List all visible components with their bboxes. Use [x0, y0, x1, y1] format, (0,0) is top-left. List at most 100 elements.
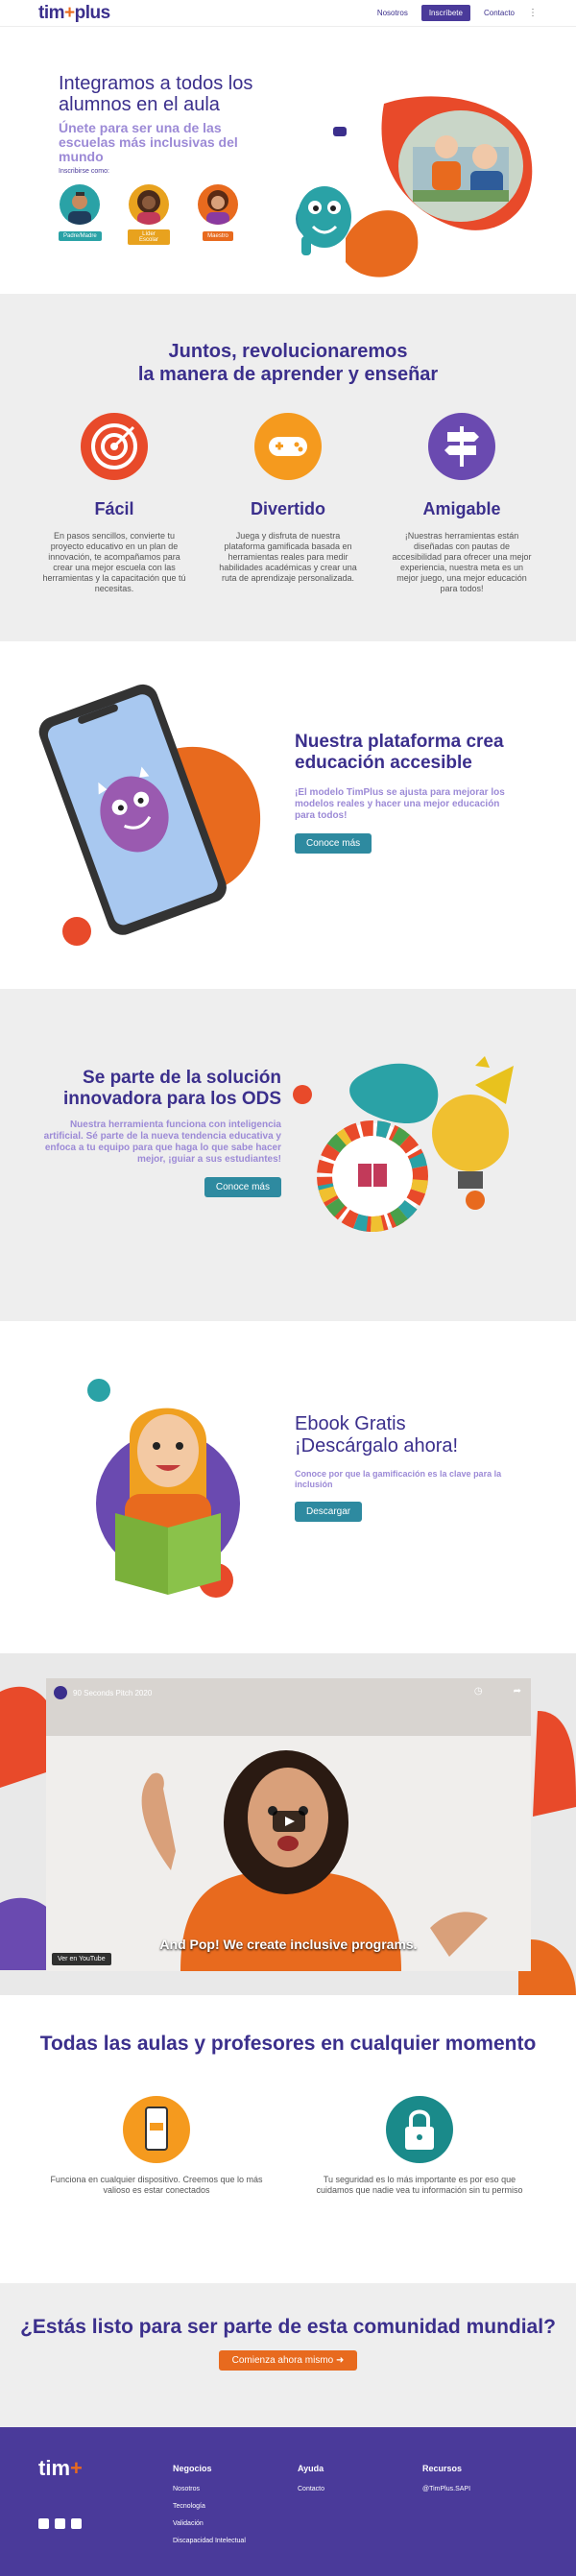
device-text: Funciona en cualquier dispositivo. Creem… — [50, 2175, 263, 2195]
footer-link[interactable]: Nosotros — [173, 2481, 246, 2498]
feature-amigable: Amigable ¡Nuestras herramientas están di… — [390, 413, 534, 594]
facebook-icon[interactable] — [38, 2518, 49, 2529]
feature-text: Juega y disfruta de nuestra plataforma g… — [219, 531, 357, 583]
footer-col-title: Negocios — [173, 2464, 212, 2473]
feature-title: Amigable — [422, 499, 501, 518]
footer-link[interactable]: @TimPlus.SAPI — [422, 2481, 470, 2498]
gamepad-icon — [254, 413, 322, 480]
security-text: Tu seguridad es lo más importante es por… — [316, 2175, 523, 2195]
platform-title: Nuestra plataforma crea educación accesi… — [295, 732, 504, 773]
lock-icon — [386, 2096, 453, 2163]
sdg-title: Se parte de la solución innovadora para … — [63, 1068, 281, 1109]
phone-icon — [123, 2096, 190, 2163]
teacher-button[interactable]: Maestro — [203, 231, 233, 241]
mascot-monster — [298, 186, 351, 255]
hero-section: Integramos a todos los alumnos en el aul… — [0, 27, 576, 294]
role-teacher[interactable]: Maestro — [197, 184, 239, 246]
feature-title: Fácil — [94, 499, 134, 518]
feature-facil: Fácil En pasos sencillos, convierte tu p… — [42, 413, 186, 594]
play-button-icon[interactable] — [273, 1811, 305, 1832]
school-leader-avatar-icon — [129, 184, 169, 225]
sdg-text: Nuestra herramienta funciona con intelig… — [43, 1119, 281, 1165]
hero-subtitle: Únete para ser una de las escuelas más i… — [59, 120, 238, 164]
sdg-section: Se parte de la solución innovadora para … — [0, 989, 576, 1321]
page: tim+plus Nosotros Inscríbete Contacto ⋮ … — [0, 0, 576, 2576]
video-title-text: 90 Seconds Pitch 2020 — [73, 1688, 153, 1697]
security-col: Tu seguridad es lo más importante es por… — [309, 2096, 530, 2196]
features-section: Juntos, revolucionaremos la manera de ap… — [0, 294, 576, 641]
girl-reading-illustration — [87, 1379, 240, 1598]
classroom-photo — [398, 110, 523, 222]
social-links — [38, 2518, 82, 2529]
ebook-text-block: Ebook Gratis ¡Descárgalo ahora! Conoce p… — [295, 1413, 516, 1522]
teacher-avatar-icon — [198, 184, 238, 225]
feature-text: ¡Nuestras herramientas están diseñadas c… — [392, 531, 532, 593]
devices-section: Todas las aulas y profesores en cualquie… — [0, 1995, 576, 2283]
ebook-download-button[interactable]: Descargar — [295, 1502, 363, 1522]
share-icon[interactable]: ➦ — [514, 1686, 521, 1697]
video-player[interactable]: 90 Seconds Pitch 2020 ◷ ➦ And Pop! We cre… — [46, 1678, 531, 1971]
footer-link[interactable]: Tecnología — [173, 2498, 246, 2516]
sdg-wheel-illustration — [293, 1056, 514, 1232]
twitter-icon[interactable] — [71, 2518, 82, 2529]
platform-text-block: Nuestra plataforma crea educación accesi… — [295, 732, 516, 854]
nav-button-inscribete[interactable]: Inscríbete — [420, 5, 470, 21]
youtube-logo: YouTube — [79, 1956, 106, 1962]
footer-link[interactable]: Discapacidad Intelectual — [173, 2533, 246, 2550]
parent-avatar-icon — [60, 184, 100, 225]
features-title-line1: Juntos, revolucionaremos — [168, 341, 408, 362]
watch-on-youtube[interactable]: Ver en YouTube — [52, 1953, 111, 1965]
ebook-title-line1: Ebook Gratis — [295, 1413, 406, 1434]
nav-link-contacto[interactable]: Contacto — [484, 9, 515, 17]
role-parent[interactable]: Padre/Madre — [59, 184, 102, 246]
feature-divertido: Divertido Juega y disfruta de nuestra pl… — [216, 413, 360, 594]
phone-illustration — [38, 684, 261, 946]
watch-later-icon[interactable]: ◷ — [474, 1686, 483, 1697]
nav-links: Nosotros Inscríbete Contacto ⋮ — [377, 5, 538, 21]
watch-on-label: Ver en — [58, 1956, 78, 1962]
feature-text: En pasos sencillos, convierte tu proyect… — [42, 531, 186, 593]
footer-link[interactable]: Validación — [173, 2516, 246, 2533]
devices-cols: Funciona en cualquier dispositivo. Creem… — [0, 2096, 576, 2196]
footer-col-negocios: Negocios Nosotros Tecnología Validación … — [173, 2460, 246, 2550]
hero-illustration — [296, 96, 533, 277]
features-title-line2: la manera de aprender y enseñar — [137, 364, 439, 385]
top-nav: tim+plus Nosotros Inscríbete Contacto ⋮ — [0, 0, 576, 27]
nav-link-nosotros[interactable]: Nosotros — [377, 9, 408, 17]
target-icon — [81, 413, 148, 480]
video-top-controls: ◷ ➦ — [474, 1686, 521, 1697]
video-title[interactable]: 90 Seconds Pitch 2020 — [54, 1686, 152, 1699]
more-menu-icon[interactable]: ⋮ — [528, 8, 538, 18]
ebook-title-line2: ¡Descárgalo ahora! — [295, 1435, 459, 1457]
platform-text: ¡El modelo TimPlus se ajusta para mejora… — [295, 787, 505, 821]
devices-title: Todas las aulas y profesores en cualquie… — [39, 2033, 537, 2055]
device-col: Funciona en cualquier dispositivo. Creem… — [46, 2096, 267, 2196]
signpost-icon — [428, 413, 495, 480]
footer-col-recursos: Recursos @TimPlus.SAPI — [422, 2460, 470, 2498]
school-leader-button[interactable]: Líder Escolar — [128, 229, 170, 245]
hero-title: Integramos a todos los alumnos en el aul… — [59, 73, 253, 115]
platform-section: Nuestra plataforma crea educación accesi… — [0, 641, 576, 989]
cta-section: ¿Estás listo para ser parte de esta comu… — [0, 2283, 576, 2427]
footer-col-title: Recursos — [422, 2464, 463, 2473]
video-section: 90 Seconds Pitch 2020 ◷ ➦ And Pop! We cre… — [0, 1653, 576, 1995]
features-title: Juntos, revolucionaremos la manera de ap… — [0, 340, 576, 386]
footer-link[interactable]: Contacto — [298, 2481, 324, 2498]
platform-learn-more-button[interactable]: Conoce más — [295, 833, 372, 854]
parent-button[interactable]: Padre/Madre — [59, 231, 102, 241]
sdg-learn-more-button[interactable]: Conoce más — [204, 1177, 281, 1197]
ebook-section: Ebook Gratis ¡Descárgalo ahora! Conoce p… — [0, 1321, 576, 1653]
ebook-title: Ebook Gratis ¡Descárgalo ahora! — [295, 1413, 516, 1457]
footer: tim+ Negocios Nosotros Tecnología Valida… — [0, 2427, 576, 2576]
logo[interactable]: tim+plus — [38, 3, 110, 24]
ebook-text: Conoce por que la gamificación es la cla… — [295, 1469, 502, 1489]
role-school-leader[interactable]: Líder Escolar — [128, 184, 170, 246]
footer-col-ayuda: Ayuda Contacto — [298, 2460, 324, 2498]
feature-title: Divertido — [250, 499, 325, 518]
instagram-icon[interactable] — [55, 2518, 65, 2529]
features-list: Fácil En pasos sencillos, convierte tu p… — [0, 413, 576, 594]
video-caption: And Pop! We create inclusive programs. — [159, 1937, 418, 1952]
channel-avatar-icon — [54, 1686, 67, 1699]
sdg-text-block: Se parte de la solución innovadora para … — [38, 1068, 281, 1197]
start-now-button[interactable]: Comienza ahora mismo ➜ — [218, 2350, 358, 2371]
